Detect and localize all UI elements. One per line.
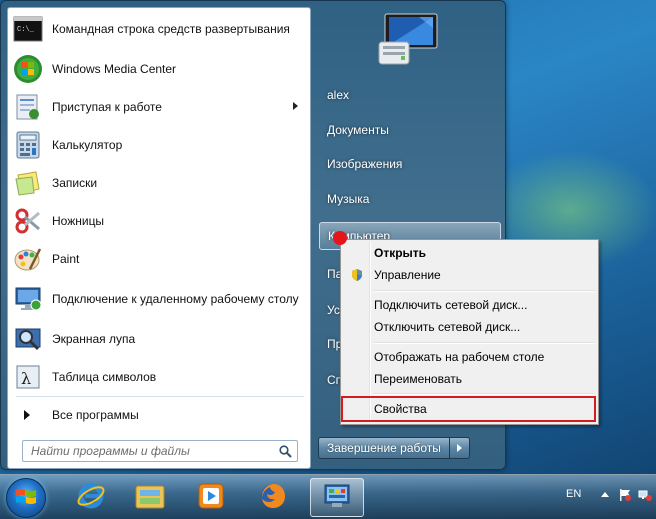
context-item-rename[interactable]: Переименовать — [343, 368, 596, 390]
program-item-charmap[interactable]: λ Таблица символов — [8, 358, 310, 396]
taskbar-media-player-button[interactable] — [184, 478, 238, 517]
right-item-label: alex — [327, 88, 350, 102]
right-item-label: Документы — [327, 123, 389, 137]
start-button[interactable] — [6, 478, 46, 518]
right-item-label: Изображения — [327, 157, 403, 171]
right-item-label: Музыка — [327, 192, 370, 206]
svg-text:λ: λ — [21, 369, 31, 388]
right-item-music[interactable]: Музыка — [319, 185, 501, 213]
program-label: Таблица символов — [52, 370, 157, 384]
all-programs-label: Все программы — [52, 408, 139, 422]
getting-started-icon — [12, 91, 44, 123]
remote-desktop-icon — [12, 283, 44, 315]
program-item-cmd[interactable]: C:\_ Командная строка средств развертыва… — [8, 8, 310, 50]
network-icon[interactable] — [638, 488, 652, 502]
search-input[interactable] — [31, 442, 277, 460]
search-icon[interactable] — [277, 443, 293, 459]
scissors-icon — [12, 205, 44, 237]
taskbar — [0, 474, 656, 519]
sticky-notes-icon — [12, 167, 44, 199]
context-item-label: Переименовать — [374, 372, 462, 386]
svg-text:C:\_: C:\_ — [17, 26, 35, 34]
program-label: Записки — [52, 176, 98, 190]
windows-start-icon — [15, 487, 37, 510]
shutdown-group: Завершение работы — [318, 437, 470, 459]
program-item-getting-started[interactable]: Приступая к работе — [8, 88, 310, 126]
context-item-map-drive[interactable]: Подключить сетевой диск... — [343, 294, 596, 316]
shutdown-button[interactable]: Завершение работы — [318, 437, 450, 459]
context-separator — [373, 342, 595, 344]
shutdown-options-button[interactable] — [449, 437, 470, 459]
cmd-icon: C:\_ — [12, 13, 44, 45]
context-item-open[interactable]: Открыть — [343, 242, 596, 264]
language-indicator[interactable]: EN — [566, 488, 581, 500]
program-label: Командная строка средств развертывания — [52, 22, 290, 36]
right-item-label: Ус — [327, 303, 340, 317]
calculator-icon — [12, 129, 44, 161]
highlight-box — [341, 396, 596, 422]
charmap-icon: λ — [12, 361, 44, 393]
internet-explorer-icon — [76, 481, 106, 514]
divider — [16, 396, 304, 397]
program-label: Paint — [52, 252, 80, 266]
context-item-label: Открыть — [374, 246, 427, 260]
control-panel-icon — [322, 482, 352, 513]
right-item-user[interactable]: alex — [319, 81, 501, 109]
program-label: Экранная лупа — [52, 332, 136, 346]
program-item-magnifier[interactable]: Экранная лупа — [8, 320, 310, 358]
submenu-arrow-icon — [293, 102, 298, 110]
program-label: Калькулятор — [52, 138, 123, 152]
program-item-snipping-tool[interactable]: Ножницы — [8, 202, 310, 240]
show-hidden-icons-icon[interactable] — [598, 488, 612, 502]
program-label: Приступая к работе — [52, 100, 162, 114]
magnifier-icon — [12, 323, 44, 355]
context-separator — [373, 393, 595, 395]
taskbar-control-panel-button[interactable] — [310, 478, 364, 517]
all-programs-button[interactable]: Все программы — [8, 400, 310, 430]
right-item-documents[interactable]: Документы — [319, 116, 501, 144]
search-box — [22, 440, 298, 462]
arrow-right-icon — [24, 410, 30, 420]
programs-pane: C:\_ Командная строка средств развертыва… — [7, 7, 311, 469]
program-label: Windows Media Center — [52, 62, 177, 76]
explorer-icon — [134, 482, 166, 513]
program-list: C:\_ Командная строка средств развертыва… — [8, 8, 310, 396]
right-item-pictures[interactable]: Изображения — [319, 150, 501, 178]
uac-shield-icon — [350, 268, 364, 282]
taskbar-ie-button[interactable] — [64, 478, 118, 517]
context-item-manage[interactable]: Управление — [343, 264, 596, 286]
context-item-label: Подключить сетевой диск... — [374, 298, 528, 312]
program-item-sticky-notes[interactable]: Записки — [8, 164, 310, 202]
media-player-icon — [196, 481, 226, 514]
program-item-calculator[interactable]: Калькулятор — [8, 126, 310, 164]
context-item-disconnect-drive[interactable]: Отключить сетевой диск... — [343, 316, 596, 338]
user-picture[interactable] — [375, 8, 441, 70]
context-item-label: Управление — [374, 268, 441, 282]
shutdown-label: Завершение работы — [327, 441, 441, 455]
paint-icon — [12, 243, 44, 275]
taskbar-firefox-button[interactable] — [246, 478, 300, 517]
context-item-label: Отображать на рабочем столе — [374, 350, 545, 364]
arrow-right-icon — [456, 444, 462, 452]
firefox-icon — [258, 481, 288, 514]
click-marker — [333, 231, 347, 245]
taskbar-explorer-button[interactable] — [123, 478, 177, 517]
program-label: Ножницы — [52, 214, 105, 228]
program-item-paint[interactable]: Paint — [8, 240, 310, 278]
context-item-label: Отключить сетевой диск... — [374, 320, 521, 334]
action-center-flag-icon[interactable] — [618, 488, 632, 502]
program-item-remote-desktop[interactable]: Подключение к удаленному рабочему столу — [8, 278, 310, 320]
context-menu: Открыть Управление Подключить сетевой ди… — [340, 239, 599, 425]
program-label: Подключение к удаленному рабочему столу — [52, 292, 299, 306]
media-center-icon — [12, 53, 44, 85]
program-item-media-center[interactable]: Windows Media Center — [8, 50, 310, 88]
context-item-show-on-desktop[interactable]: Отображать на рабочем столе — [343, 346, 596, 368]
context-separator — [373, 290, 595, 292]
